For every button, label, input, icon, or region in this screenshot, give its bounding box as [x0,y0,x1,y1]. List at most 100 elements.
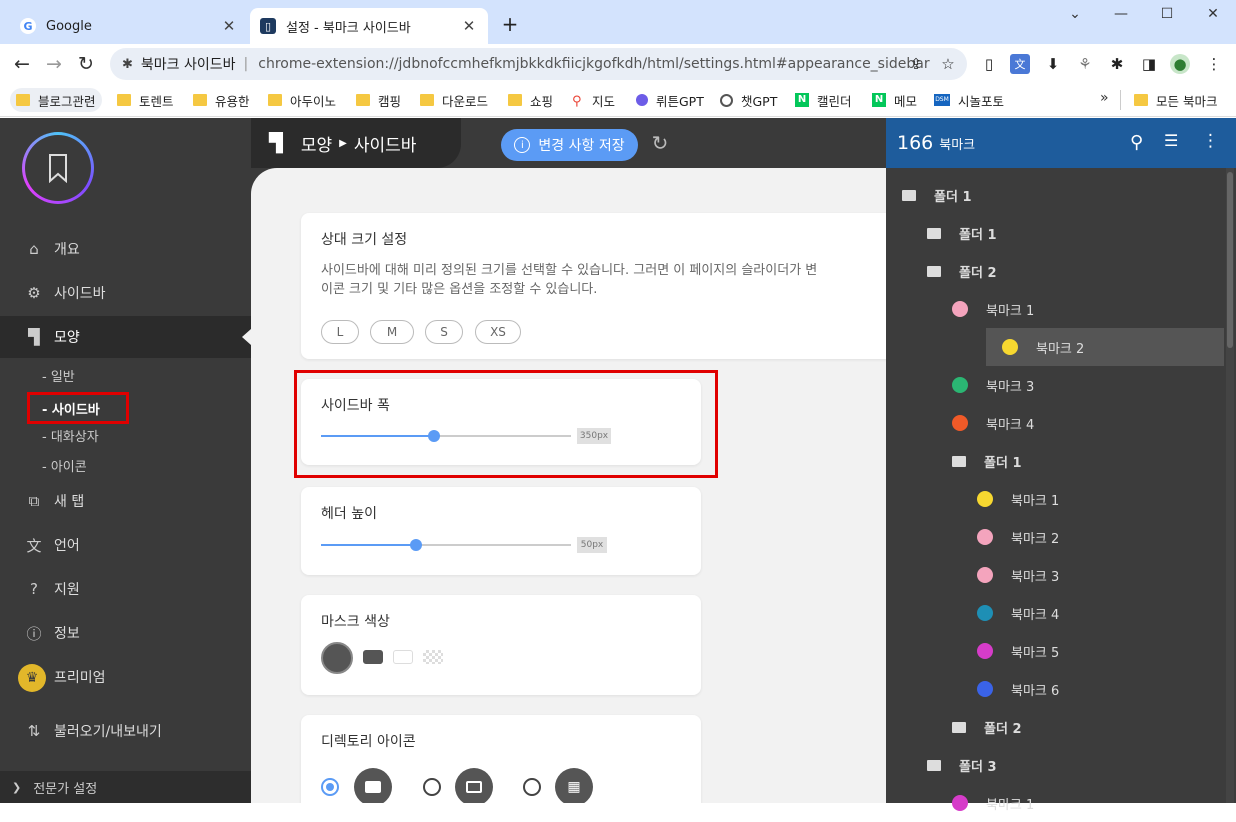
bookmark-folder[interactable]: 다운로드 [414,88,494,112]
close-tab-icon[interactable]: ✕ [220,17,238,35]
tree-folder[interactable]: 폴더 1 [886,442,1224,480]
size-option-xs[interactable]: XS [475,320,521,344]
more-icon[interactable]: ⋮ [1202,131,1219,151]
bookmark-folder[interactable]: 블로그관련 [10,88,102,112]
favicon-dot-icon [977,681,993,697]
tab-google[interactable]: G Google ✕ [10,8,248,44]
scrollbar[interactable] [1226,168,1234,803]
tree-bookmark[interactable]: 북마크 3 [886,366,1224,404]
tree-folder[interactable]: 폴더 1 [886,214,1224,252]
bookmark-folder[interactable]: 토렌트 [111,88,180,112]
new-tab-button[interactable]: + [498,12,522,36]
nav-info[interactable]: ⓘ 정보 [0,612,251,654]
search-icon[interactable]: ⚲ [1130,132,1143,153]
dir-icon-radio-2[interactable] [423,778,441,796]
nav-language[interactable]: 文 언어 [0,524,251,566]
close-icon[interactable]: ✕ [1190,6,1236,26]
info-icon: ⓘ [26,624,42,643]
tree-folder[interactable]: 폴더 1 [886,176,1224,214]
bookmarks-overflow[interactable]: » [1100,90,1109,106]
sort-icon[interactable]: ☰ [1164,131,1178,150]
mask-color-gray[interactable] [363,650,383,664]
dir-icon-radio-1[interactable] [321,778,339,796]
profile-avatar[interactable]: ● [1170,54,1190,74]
tree-bookmark[interactable]: 북마크 1 [886,480,1224,518]
tree-bookmark[interactable]: 북마크 1 [886,290,1224,328]
save-label: 변경 사항 저장 [538,138,625,154]
favicon-dot-icon [977,491,993,507]
chevron-down-icon[interactable]: ⌄ [1052,6,1098,26]
nav-premium[interactable]: 프리미엄 [0,656,251,698]
mask-color-transparent[interactable] [423,650,443,664]
bookmark-folder[interactable]: 아두이노 [262,88,342,112]
forward-button[interactable]: → [38,44,70,84]
restore-icon[interactable]: ↻ [648,131,672,155]
extensions-icon[interactable]: ✱ [1107,54,1127,74]
tree-folder[interactable]: 폴더 2 [886,708,1224,746]
bookmark-label: 다운로드 [442,93,489,109]
bookmark-icon[interactable]: ▯ [979,54,999,74]
size-option-l[interactable]: L [321,320,359,344]
size-option-m[interactable]: M [370,320,414,344]
bookmark-label: 토렌트 [139,93,174,109]
bookmark-link[interactable]: ⚲ 지도 [566,88,621,112]
translate-extension-icon[interactable]: 文 [1010,54,1030,74]
tree-bookmark[interactable]: 북마크 2 [886,518,1224,556]
nav-overview[interactable]: ⌂ 개요 [0,228,251,270]
favicon-dot-icon [952,301,968,317]
side-panel-icon[interactable]: ◨ [1139,54,1159,74]
tree-bookmark[interactable]: 북마크 1 [886,784,1224,822]
minimize-icon[interactable]: — [1098,6,1144,26]
tree-bookmark[interactable]: 북마크 2 [986,328,1224,366]
tree-folder[interactable]: 폴더 3 [886,746,1224,784]
bookmark-link[interactable]: N 메모 [866,88,923,112]
slider-thumb[interactable] [410,539,422,551]
nav-label: 새 탭 [54,494,85,510]
bookmark-label: 쇼핑 [530,93,554,109]
url-text: chrome-extension://jdbnofccmhefkmjbkkdkf… [258,56,930,72]
breadcrumb-parent[interactable]: 모양 [301,131,332,156]
back-button[interactable]: ← [6,44,38,84]
tree-folder[interactable]: 폴더 2 [886,252,1224,290]
menu-icon[interactable]: ⋮ [1204,54,1224,74]
tab-settings[interactable]: ▯ 설정 - 북마크 사이드바 ✕ [250,8,488,44]
expert-settings[interactable]: ❯ 전문가 설정 [0,771,251,803]
subnav-icon[interactable]: - 아이콘 [42,452,87,478]
bookmark-folder[interactable]: 캠핑 [350,88,407,112]
close-tab-icon[interactable]: ✕ [460,17,478,35]
dir-icon-radio-3[interactable] [523,778,541,796]
bookmark-link[interactable]: DSM 시놀포토 [928,88,1010,112]
subnav-general[interactable]: - 일반 [42,362,75,388]
nav-sidebar[interactable]: ⚙ 사이드바 [0,272,251,314]
download-extension-icon[interactable]: ⬇ [1043,54,1063,74]
maximize-icon[interactable]: ☐ [1144,6,1190,26]
tree-bookmark[interactable]: 북마크 4 [886,594,1224,632]
size-option-s[interactable]: S [425,320,463,344]
grid-icon: ▦ [555,768,593,803]
nav-support[interactable]: ? 지원 [0,568,251,610]
share-icon[interactable]: ⇪ [906,54,926,74]
nav-import-export[interactable]: ⇅ 불러오기/내보내기 [0,710,251,752]
address-bar[interactable]: ✱ 북마크 사이드바 | chrome-extension://jdbnofcc… [110,48,967,80]
all-bookmarks[interactable]: 모든 북마크 [1128,88,1223,112]
tree-bookmark[interactable]: 북마크 5 [886,632,1224,670]
bookmark-folder[interactable]: 유용한 [187,88,256,112]
tree-label: 폴더 2 [984,721,1022,737]
folder-icon [16,94,30,106]
tree-bookmark[interactable]: 북마크 3 [886,556,1224,594]
bookmark-folder[interactable]: 쇼핑 [502,88,559,112]
star-icon[interactable]: ☆ [938,54,958,74]
nav-new-tab[interactable]: ⧉ 새 탭 [0,480,251,522]
subnav-dialog[interactable]: - 대화상자 [42,422,99,448]
reload-button[interactable]: ↻ [70,44,102,84]
nav-appearance[interactable]: ▜ 모양 [0,316,251,358]
mask-color-white[interactable] [393,650,413,664]
bookmark-link[interactable]: N 캘린더 [789,88,858,112]
bookmark-link[interactable]: 챗GPT [714,88,783,112]
bookmark-link[interactable]: 뤼튼GPT [630,88,710,112]
tree-bookmark[interactable]: 북마크 6 [886,670,1224,708]
mask-color-dark-selected[interactable] [321,642,353,674]
save-changes-button[interactable]: i 변경 사항 저장 [501,129,638,161]
tree-extension-icon[interactable]: ⚘ [1075,54,1095,74]
tree-bookmark[interactable]: 북마크 4 [886,404,1224,442]
